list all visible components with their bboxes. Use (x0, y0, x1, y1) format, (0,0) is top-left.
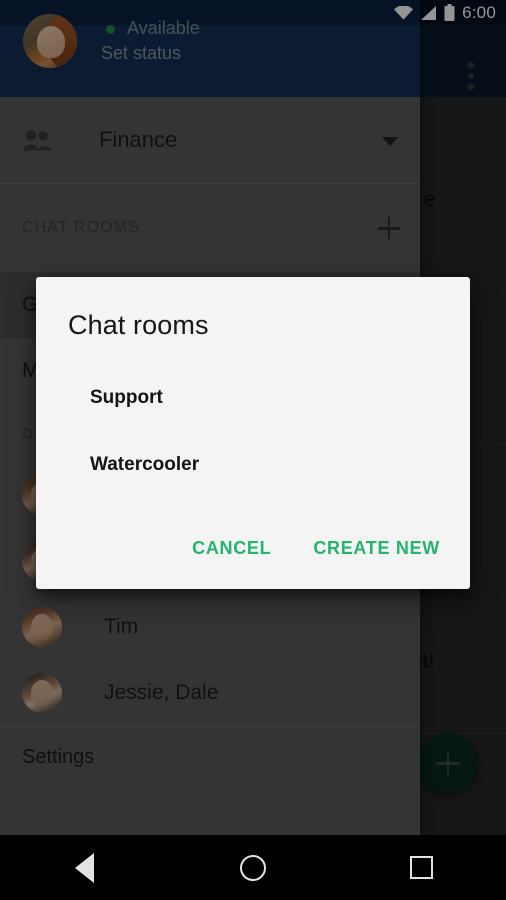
android-nav-bar (0, 835, 506, 900)
home-icon (239, 854, 266, 881)
cancel-button[interactable]: CANCEL (182, 530, 281, 567)
recents-icon (410, 856, 434, 879)
nav-home-button[interactable] (218, 835, 288, 900)
dialog-list-item[interactable]: Watercooler (90, 454, 199, 476)
dialog-title: Chat rooms (68, 310, 209, 340)
dialog-actions: CANCEL CREATE NEW (182, 530, 450, 567)
dialog-list-item[interactable]: Support (90, 387, 163, 409)
nav-back-button[interactable] (49, 835, 119, 900)
screen: e it! 6:00 Available Set status Finance … (0, 0, 506, 900)
chat-rooms-dialog: Chat rooms Support Watercooler CANCEL CR… (36, 277, 470, 589)
back-icon (74, 852, 94, 883)
create-new-button[interactable]: CREATE NEW (303, 530, 450, 567)
nav-recents-button[interactable] (387, 835, 457, 900)
